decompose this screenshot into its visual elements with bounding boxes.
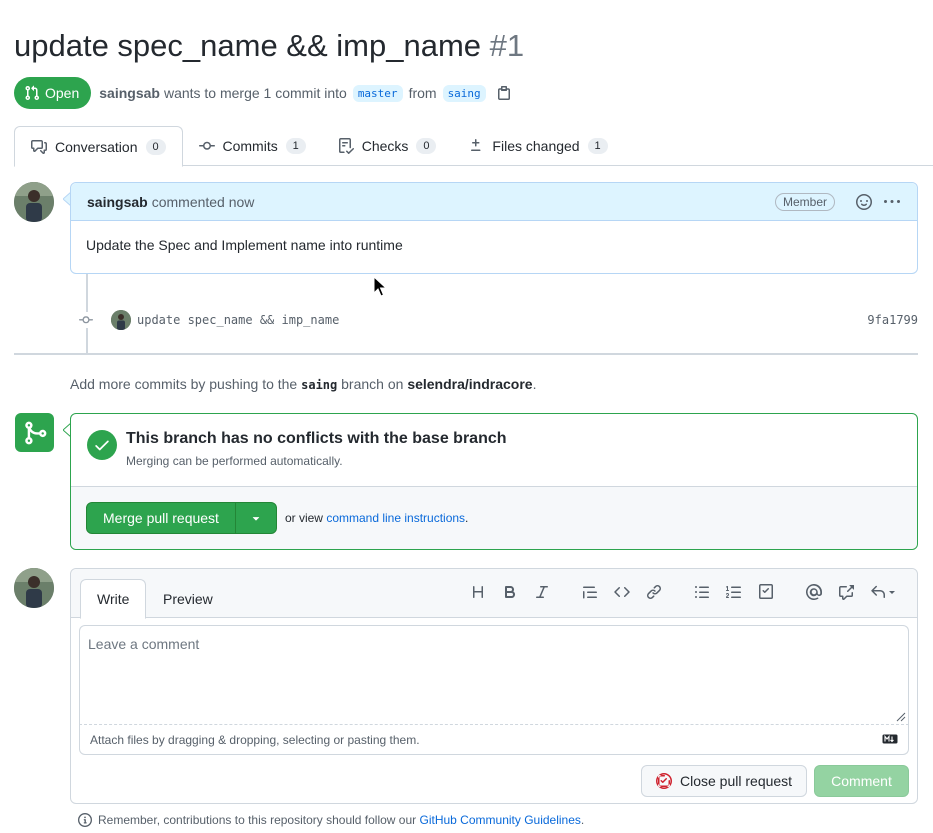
resize-handle-icon[interactable] bbox=[894, 710, 906, 722]
markdown-icon[interactable] bbox=[882, 734, 898, 744]
comment-discussion-icon bbox=[31, 139, 47, 154]
code-icon[interactable] bbox=[613, 583, 631, 601]
merge-status: This branch has no conflicts with the ba… bbox=[71, 414, 917, 487]
tab-checks[interactable]: Checks 0 bbox=[322, 126, 453, 166]
git-commit-icon bbox=[198, 141, 215, 150]
mention-icon[interactable] bbox=[805, 583, 823, 601]
push-hint-middle: branch on bbox=[341, 376, 404, 392]
state-badge: Open bbox=[14, 77, 92, 109]
mouse-cursor-icon bbox=[373, 276, 388, 297]
checklist-icon bbox=[338, 138, 354, 154]
from-text: from bbox=[408, 85, 437, 101]
avatar[interactable] bbox=[14, 568, 54, 608]
merge-box: This branch has no conflicts with the ba… bbox=[70, 413, 918, 550]
merge-status-title: This branch has no conflicts with the ba… bbox=[126, 430, 507, 447]
tab-label: Commits bbox=[222, 138, 278, 154]
merge-actions: Merge pull request or view command line … bbox=[71, 487, 917, 549]
pr-title-text: update spec_name && imp_name bbox=[14, 28, 482, 63]
reply-icon[interactable] bbox=[869, 583, 899, 601]
heading-icon[interactable] bbox=[469, 583, 487, 601]
editor-header: Write Preview bbox=[71, 569, 917, 619]
triangle-down-icon bbox=[252, 517, 260, 521]
merge-status-subtitle: Merging can be performed automatically. bbox=[126, 454, 343, 468]
smiley-icon[interactable] bbox=[855, 193, 873, 211]
issue-closed-icon bbox=[656, 773, 672, 789]
pr-title: update spec_name && imp_name #1 bbox=[14, 28, 524, 64]
command-line-instructions-link[interactable]: command line instructions bbox=[326, 511, 465, 525]
tab-preview[interactable]: Preview bbox=[147, 579, 229, 618]
tab-counter: 1 bbox=[587, 138, 608, 154]
state-label: Open bbox=[45, 85, 80, 101]
community-guidelines-link[interactable]: GitHub Community Guidelines bbox=[420, 813, 581, 827]
push-hint: Add more commits by pushing to the saing… bbox=[70, 376, 536, 392]
pr-number: #1 bbox=[489, 28, 525, 63]
info-icon bbox=[78, 813, 92, 827]
or-view-period: . bbox=[465, 511, 469, 525]
new-comment-form: Write Preview Leave a comment Attach fil… bbox=[70, 568, 918, 804]
pr-tabs: Conversation 0 Commits 1 Checks 0 Files … bbox=[14, 126, 933, 167]
tab-label: Conversation bbox=[55, 138, 138, 155]
attach-files-bar[interactable]: Attach files by dragging & dropping, sel… bbox=[79, 725, 909, 755]
tab-files-changed[interactable]: Files changed 1 bbox=[452, 126, 623, 166]
guidelines-text: Remember, contributions to this reposito… bbox=[98, 813, 417, 827]
commit-message-link[interactable]: update spec_name && imp_name bbox=[137, 313, 339, 327]
comment-textarea[interactable]: Leave a comment bbox=[79, 625, 909, 725]
comment-body: Update the Spec and Implement name into … bbox=[86, 237, 403, 253]
guidelines-suffix: . bbox=[580, 813, 585, 827]
merge-pull-request-button[interactable]: Merge pull request bbox=[87, 503, 235, 533]
push-hint-suffix: . bbox=[532, 376, 537, 392]
quote-icon[interactable] bbox=[581, 583, 599, 601]
pr-meta: Open saingsab wants to merge 1 commit in… bbox=[14, 77, 512, 109]
tab-counter: 0 bbox=[416, 138, 437, 154]
tab-label: Checks bbox=[361, 138, 409, 154]
comment-author[interactable]: saingsab bbox=[87, 194, 148, 210]
repo-link[interactable]: selendra/indracore bbox=[407, 376, 532, 392]
close-pull-request-button[interactable]: Close pull request bbox=[641, 765, 808, 797]
comment-submit-button[interactable]: Comment bbox=[814, 765, 909, 797]
attach-files-text: Attach files by dragging & dropping, sel… bbox=[90, 732, 420, 747]
merge-dropdown-button[interactable] bbox=[234, 503, 276, 533]
avatar[interactable] bbox=[14, 182, 54, 222]
comment-placeholder: Leave a comment bbox=[88, 636, 200, 652]
file-diff-icon bbox=[471, 139, 481, 151]
kebab-menu-icon[interactable] bbox=[883, 193, 901, 211]
comment-header: saingsab commented now Member bbox=[71, 183, 917, 221]
tab-counter: 1 bbox=[285, 138, 306, 154]
comment-box: saingsab commented now Member Update the… bbox=[70, 182, 918, 274]
cross-reference-icon[interactable] bbox=[837, 583, 855, 601]
timeline-divider bbox=[14, 353, 918, 355]
merge-button-group: Merge pull request bbox=[86, 502, 277, 534]
git-merge-icon bbox=[15, 413, 54, 452]
push-hint-branch: saing bbox=[301, 378, 338, 392]
tasklist-icon[interactable] bbox=[757, 583, 775, 601]
merge-text: wants to merge 1 commit into bbox=[163, 85, 347, 101]
tab-write[interactable]: Write bbox=[80, 579, 147, 619]
member-badge: Member bbox=[774, 192, 835, 211]
or-view-text: or view command line instructions. bbox=[285, 511, 468, 525]
base-branch[interactable]: master bbox=[352, 84, 403, 102]
push-hint-prefix: Add more commits by pushing to the bbox=[70, 376, 298, 392]
tab-counter: 0 bbox=[145, 138, 166, 155]
unordered-list-icon[interactable] bbox=[693, 583, 711, 601]
commit-item: update spec_name && imp_name 9fa1799 bbox=[78, 309, 918, 331]
tab-conversation[interactable]: Conversation 0 bbox=[14, 126, 183, 167]
tab-commits[interactable]: Commits 1 bbox=[183, 126, 322, 166]
avatar[interactable] bbox=[111, 310, 131, 330]
bold-icon[interactable] bbox=[501, 583, 519, 601]
ordered-list-icon[interactable] bbox=[725, 583, 743, 601]
copy-icon[interactable] bbox=[496, 85, 512, 101]
git-pull-request-icon bbox=[25, 85, 40, 101]
head-branch[interactable]: saing bbox=[442, 84, 486, 102]
git-commit-icon bbox=[78, 312, 94, 328]
check-icon bbox=[87, 430, 117, 460]
comment-time[interactable]: commented now bbox=[152, 194, 255, 210]
close-pull-request-label: Close pull request bbox=[680, 773, 793, 789]
tab-label: Files changed bbox=[492, 138, 580, 154]
pr-author-link[interactable]: saingsab bbox=[99, 85, 160, 101]
italic-icon[interactable] bbox=[533, 583, 551, 601]
link-icon[interactable] bbox=[645, 583, 663, 601]
commit-sha-link[interactable]: 9fa1799 bbox=[867, 313, 918, 327]
contribution-guidelines: Remember, contributions to this reposito… bbox=[78, 813, 584, 827]
or-view-label: or view bbox=[284, 511, 323, 525]
